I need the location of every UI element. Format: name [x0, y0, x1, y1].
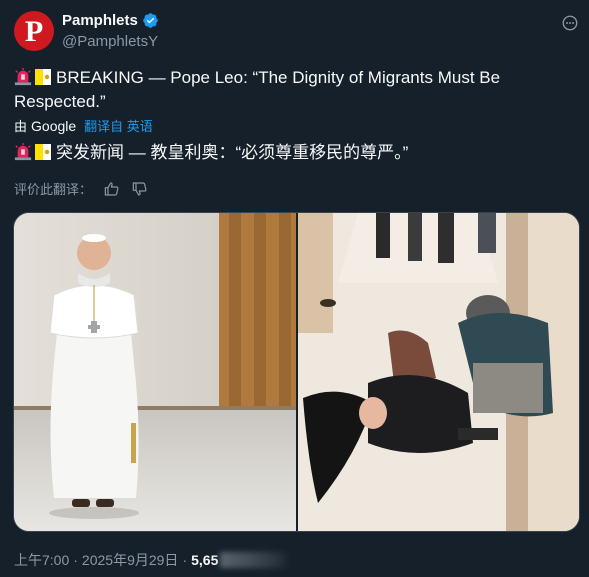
- google-label: Google: [31, 117, 77, 134]
- view-count: 5,65: [191, 552, 219, 568]
- account-handle[interactable]: @PamphletsY: [62, 33, 158, 50]
- avatar[interactable]: P: [14, 11, 54, 51]
- tweet-text-en: BREAKING — Pope Leo: “The Dignity of Mig…: [14, 68, 501, 111]
- thumbs-down-icon[interactable]: [132, 181, 148, 197]
- account-name[interactable]: Pamphlets: [62, 12, 138, 29]
- translated-from-link[interactable]: 翻译自 英语: [84, 116, 153, 135]
- siren-emoji-icon: [14, 143, 32, 161]
- translated-by-prefix: 由: [14, 119, 28, 134]
- separator-dot: ·: [73, 552, 78, 568]
- thumbs-up-icon[interactable]: [104, 181, 120, 197]
- tweet-text-translated: 突发新闻 — 教皇利奥：“必须尊重移民的尊严。”: [14, 141, 554, 165]
- vatican-flag-emoji-icon: [35, 144, 51, 160]
- rate-translation-label: 评价此翻译：: [14, 182, 93, 197]
- floor-photo-illustration: [298, 213, 579, 531]
- tweet-text-zh: 突发新闻 — 教皇利奥：“必须尊重移民的尊严。”: [56, 143, 409, 162]
- tweet-media[interactable]: [13, 212, 580, 532]
- pope-photo-illustration: [14, 213, 296, 531]
- more-icon: [562, 15, 578, 31]
- tweet-text: BREAKING — Pope Leo: “The Dignity of Mig…: [14, 66, 554, 114]
- blurred-overlay: [220, 552, 291, 568]
- pope-walking-photo[interactable]: [14, 213, 298, 531]
- vatican-flag-emoji-icon: [35, 69, 51, 85]
- separator-dot-2: ·: [182, 552, 188, 568]
- tweet-footer: 上午7:00 · 2025年9月29日 · 5,65: [14, 550, 291, 570]
- translation-attribution: 由 Google 翻译自 英语: [14, 116, 153, 135]
- tweet-time[interactable]: 上午7:00: [14, 550, 69, 570]
- account-name-row[interactable]: Pamphlets: [62, 12, 159, 29]
- more-options-button[interactable]: [560, 14, 580, 32]
- woman-on-floor-photo[interactable]: [298, 213, 579, 531]
- siren-emoji-icon: [14, 68, 32, 86]
- verified-badge-icon: [143, 13, 158, 28]
- avatar-letter: P: [24, 15, 44, 48]
- rate-translation-row: 评价此翻译：: [14, 179, 148, 198]
- tweet-date[interactable]: 2025年9月29日: [82, 550, 179, 570]
